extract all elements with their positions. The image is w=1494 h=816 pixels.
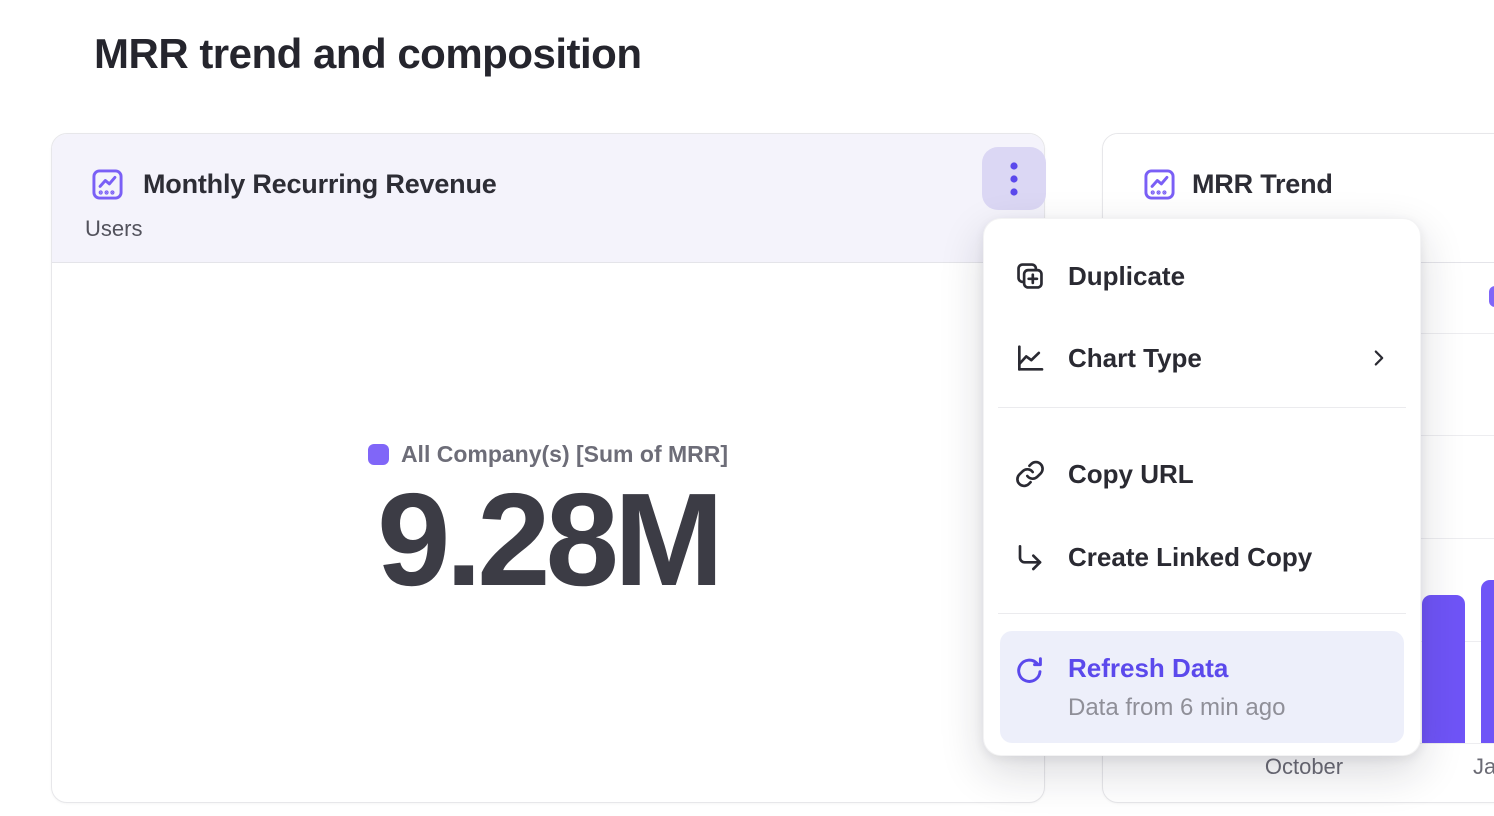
- card-menu-button[interactable]: [982, 147, 1046, 210]
- menu-divider: [998, 613, 1406, 614]
- duplicate-icon: [1014, 260, 1046, 292]
- menu-item-refresh-data[interactable]: Refresh Data Data from 6 min ago: [1000, 631, 1404, 743]
- card-context-menu: Duplicate Chart Type Copy URL: [983, 218, 1421, 756]
- bar-january[interactable]: [1481, 580, 1494, 743]
- kpi-legend: All Company(s) [Sum of MRR]: [52, 440, 1044, 468]
- menu-divider: [998, 407, 1406, 408]
- legend-swatch: [1489, 286, 1494, 307]
- refresh-status-text: Data from 6 min ago: [1068, 694, 1285, 722]
- refresh-icon: [1014, 655, 1046, 687]
- card-title: MRR Trend: [1192, 164, 1333, 204]
- kpi-value: 9.28M: [52, 474, 1044, 606]
- menu-item-label: Refresh Data: [1068, 653, 1285, 683]
- chart-type-icon: [1014, 342, 1046, 374]
- card-subtitle: Users: [85, 215, 142, 243]
- x-tick-january: Ja: [1473, 754, 1494, 780]
- card-title: Monthly Recurring Revenue: [143, 164, 497, 204]
- menu-item-copy-url[interactable]: Copy URL: [1000, 445, 1404, 503]
- menu-item-label: Create Linked Copy: [1068, 542, 1312, 573]
- legend-label: All Company(s) [Sum of MRR]: [401, 441, 728, 468]
- link-icon: [1014, 458, 1046, 490]
- mrr-card-header: Monthly Recurring Revenue Users: [52, 134, 1044, 263]
- menu-item-create-linked-copy[interactable]: Create Linked Copy: [1000, 528, 1404, 586]
- menu-item-label: Duplicate: [1068, 261, 1185, 292]
- chart-widget-icon: [1141, 166, 1178, 203]
- legend-swatch: [368, 444, 389, 465]
- bar-october[interactable]: [1422, 595, 1465, 743]
- chart-widget-icon: [89, 166, 126, 203]
- menu-item-chart-type[interactable]: Chart Type: [1000, 329, 1404, 387]
- page-title: MRR trend and composition: [94, 30, 642, 78]
- x-tick-october: October: [1243, 754, 1365, 780]
- mrr-card: Monthly Recurring Revenue Users All Comp…: [51, 133, 1045, 803]
- menu-item-label: Copy URL: [1068, 459, 1194, 490]
- linked-copy-arrow-icon: [1014, 541, 1046, 573]
- kebab-icon: [1010, 161, 1018, 197]
- menu-item-label: Chart Type: [1068, 343, 1202, 374]
- chevron-right-icon: [1368, 347, 1390, 369]
- menu-item-duplicate[interactable]: Duplicate: [1000, 247, 1404, 305]
